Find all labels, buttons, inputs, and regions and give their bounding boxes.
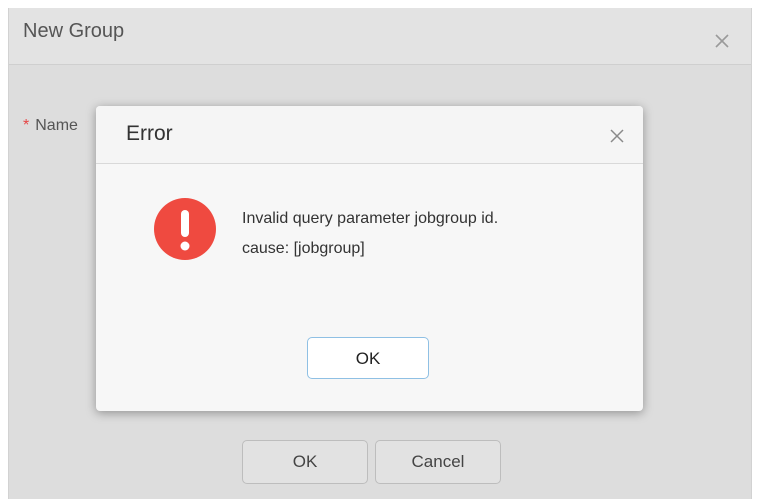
error-message-line: Invalid query parameter jobgroup id.: [242, 210, 499, 227]
error-dialog-title: Error: [126, 122, 173, 145]
error-dialog-header: Error: [96, 106, 643, 164]
close-icon[interactable]: [711, 30, 733, 52]
name-label: Name: [35, 117, 78, 134]
new-group-ok-button[interactable]: OK: [242, 440, 368, 484]
required-marker: *: [23, 117, 30, 134]
error-message: Invalid query parameter jobgroup id. cau…: [242, 204, 498, 264]
error-ok-button[interactable]: OK: [307, 337, 429, 379]
new-group-header: New Group: [9, 8, 751, 65]
name-label-row: * Name: [23, 117, 78, 135]
error-exclamation-icon: [154, 198, 216, 260]
close-icon[interactable]: [607, 126, 627, 146]
new-group-cancel-button[interactable]: Cancel: [375, 440, 501, 484]
error-message-cause: cause: [jobgroup]: [242, 240, 365, 257]
error-dialog: Error Invalid query parameter jobgroup i…: [96, 106, 643, 411]
new-group-title: New Group: [23, 20, 125, 42]
